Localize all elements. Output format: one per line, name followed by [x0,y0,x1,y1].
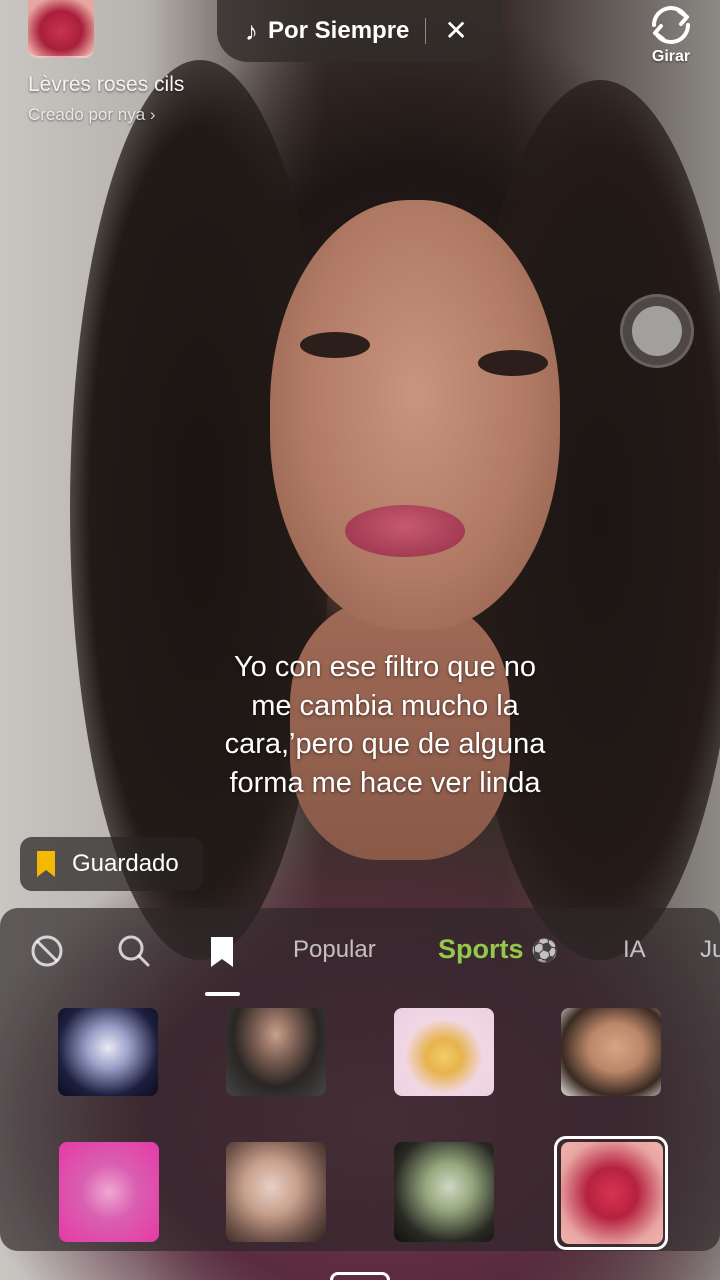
effect-tile-flan-dessert[interactable] [394,1008,494,1096]
effect-creator-link[interactable]: Creado por nya › [28,105,156,125]
effect-tile-girl-green-headphones[interactable] [394,1142,494,1242]
effect-category-tabs: Popular Sports ⚽ IA Ju [0,908,720,998]
flip-camera-icon[interactable] [646,3,696,47]
close-icon[interactable]: ✕ [444,17,467,45]
record-button-edge[interactable] [330,1272,390,1280]
right-eye [478,350,548,376]
chevron-right-icon: › [149,105,156,124]
no-effect-icon[interactable] [30,934,64,968]
soccer-ball-icon: ⚽ [531,938,559,963]
caption-line-3: cara,’pero que de alguna [224,728,546,760]
saved-label: Guardado [72,850,179,877]
sound-selector[interactable]: ♪ Por Siempre ✕ [217,0,502,62]
active-tab-indicator [205,992,240,996]
tab-ia[interactable]: IA [623,936,646,964]
tab-popular[interactable]: Popular [293,936,376,964]
effect-tile-anime-girl[interactable] [58,1008,158,1096]
caption-text: Yo con ese filtro que no me cambia mucho… [160,648,610,802]
saved-tab-bookmark-icon[interactable] [209,935,235,969]
search-icon[interactable] [117,934,151,968]
caption-line-4: forma me hace ver linda [229,766,541,799]
music-note-icon: ♪ [245,16,258,46]
face [270,200,560,630]
left-eye [300,332,370,358]
saved-button[interactable]: Guardado [20,837,203,891]
effect-tile-girl-headphones[interactable] [226,1142,326,1242]
intensity-slider-knob[interactable] [620,294,694,368]
effect-thumbnail[interactable] [28,0,94,58]
effect-tile-pink-creature[interactable] [59,1142,159,1242]
effect-creator-label: Creado por nya [28,105,146,124]
tab-sports-label: Sports [438,934,524,964]
tab-ju[interactable]: Ju [700,936,720,964]
sound-label: Por Siempre [268,17,410,44]
flip-camera-label[interactable]: Girar [643,48,699,66]
bookmark-icon [37,851,55,877]
slider-knob-inner [632,306,682,356]
caption-line-2: me cambia mucho la [251,689,519,722]
effect-title[interactable]: Lèvres roses cils [28,73,184,97]
tab-sports[interactable]: Sports ⚽ [438,934,558,965]
effect-tile-woman-black-shirt[interactable] [226,1008,326,1096]
selected-tile-outline [554,1136,668,1250]
effect-tile-woman-portrait[interactable] [561,1008,661,1096]
caption-line-1: Yo con ese filtro que no [233,651,537,683]
pill-divider [425,18,427,44]
lips [345,505,465,557]
